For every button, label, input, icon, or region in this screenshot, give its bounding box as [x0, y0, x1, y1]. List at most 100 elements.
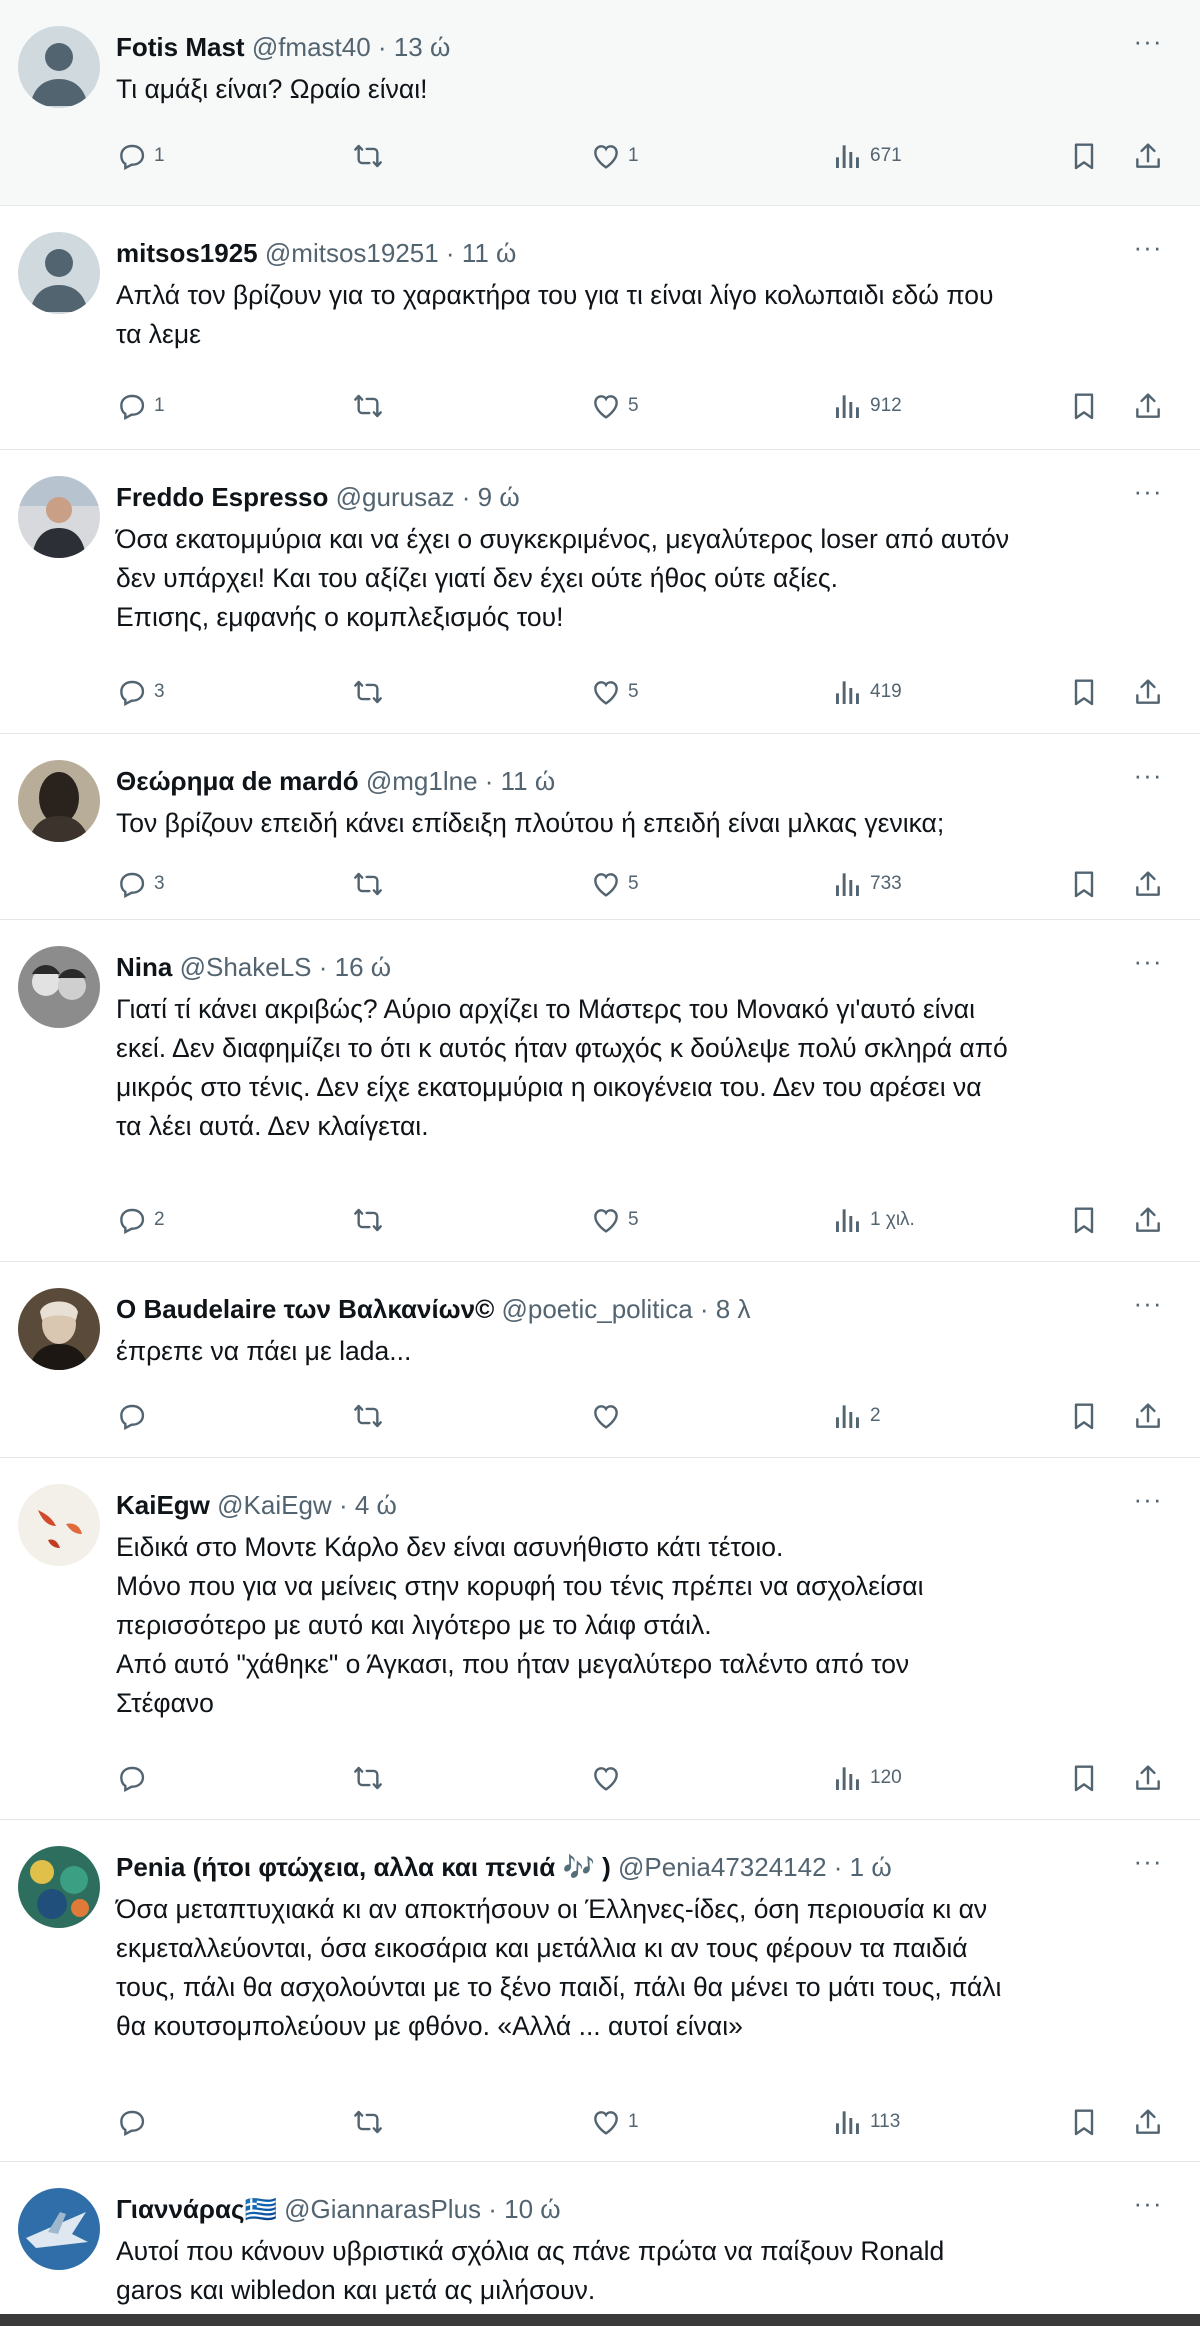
display-name[interactable]: Θεώρημα de mardó [116, 766, 359, 796]
bookmark-button[interactable] [1068, 1200, 1100, 1240]
tweet[interactable]: Fotis Mast @fmast40 · 13 ώ ··· Τι αμάξι εί… [0, 0, 1200, 206]
more-icon[interactable]: ··· [1130, 1848, 1166, 1878]
display-name[interactable]: Fotis Mast [116, 32, 245, 62]
views-button[interactable]: 912 [832, 386, 902, 426]
views-button[interactable]: 733 [832, 864, 902, 904]
avatar[interactable] [18, 2188, 100, 2270]
timestamp[interactable]: 13 ώ [394, 32, 450, 62]
more-icon[interactable]: ··· [1130, 234, 1166, 264]
handle[interactable]: @mg1lne [366, 766, 478, 796]
display-name[interactable]: Freddo Espresso [116, 482, 328, 512]
avatar[interactable] [18, 1484, 100, 1566]
like-button[interactable]: 5 [590, 672, 639, 712]
views-button[interactable]: 120 [832, 1758, 902, 1798]
handle[interactable]: @ShakeLS [180, 952, 312, 982]
reply-button[interactable] [116, 2102, 148, 2142]
more-icon[interactable]: ··· [1130, 1486, 1166, 1516]
avatar[interactable] [18, 232, 100, 314]
share-button[interactable] [1132, 1758, 1164, 1798]
bookmark-button[interactable] [1068, 672, 1100, 712]
timestamp[interactable]: 1 ώ [850, 1852, 892, 1882]
display-name[interactable]: Penia (ήτοι φτώχεια, αλλα και πενιά 🎶 ) [116, 1852, 611, 1882]
reply-button[interactable] [116, 1758, 148, 1798]
tweet[interactable]: Γιαννάρας🇬🇷 @GiannarasPlus · 10 ώ ··· Αυτο… [0, 2162, 1200, 2326]
display-name[interactable]: O Baudelaire των Βαλκανίων© [116, 1294, 494, 1324]
retweet-button[interactable] [352, 672, 384, 712]
share-button[interactable] [1132, 136, 1164, 176]
views-button[interactable]: 1 χιλ. [832, 1200, 915, 1240]
timestamp[interactable]: 4 ώ [355, 1490, 397, 1520]
avatar[interactable] [18, 760, 100, 842]
like-button[interactable]: 5 [590, 864, 639, 904]
bookmark-button[interactable] [1068, 2102, 1100, 2142]
tweet[interactable]: mitsos1925 @mitsos19251 · 11 ώ ··· Απλά το… [0, 206, 1200, 450]
views-button[interactable]: 671 [832, 136, 902, 176]
like-button[interactable] [590, 1758, 622, 1798]
like-button[interactable]: 1 [590, 136, 639, 176]
more-icon[interactable]: ··· [1130, 478, 1166, 508]
retweet-button[interactable] [352, 1200, 384, 1240]
retweet-button[interactable] [352, 2102, 384, 2142]
views-button[interactable]: 419 [832, 672, 902, 712]
share-button[interactable] [1132, 1200, 1164, 1240]
bookmark-button[interactable] [1068, 1396, 1100, 1436]
timestamp[interactable]: 16 ώ [335, 952, 391, 982]
retweet-button[interactable] [352, 864, 384, 904]
bookmark-button[interactable] [1068, 136, 1100, 176]
more-icon[interactable]: ··· [1130, 28, 1166, 58]
handle[interactable]: @KaiEgw [217, 1490, 332, 1520]
timestamp[interactable]: 10 ώ [504, 2194, 560, 2224]
display-name[interactable]: KaiEgw [116, 1490, 210, 1520]
reply-button[interactable]: 1 [116, 386, 165, 426]
display-name[interactable]: Γιαννάρας🇬🇷 [116, 2194, 277, 2224]
reply-button[interactable]: 1 [116, 136, 165, 176]
reply-button[interactable]: 3 [116, 864, 165, 904]
tweet[interactable]: Freddo Espresso @gurusaz · 9 ώ ··· Όσα εκα… [0, 450, 1200, 734]
share-button[interactable] [1132, 1396, 1164, 1436]
like-button[interactable]: 5 [590, 1200, 639, 1240]
tweet[interactable]: Nina @ShakeLS · 16 ώ ··· Γιατί τί κάνει ακ… [0, 920, 1200, 1262]
timestamp[interactable]: 9 ώ [478, 482, 520, 512]
reply-button[interactable] [116, 1396, 148, 1436]
bookmark-button[interactable] [1068, 1758, 1100, 1798]
avatar[interactable] [18, 476, 100, 558]
retweet-button[interactable] [352, 136, 384, 176]
tweet[interactable]: Θεώρημα de mardó @mg1lne · 11 ώ ··· Τον βρ… [0, 734, 1200, 920]
bookmark-button[interactable] [1068, 386, 1100, 426]
share-button[interactable] [1132, 2102, 1164, 2142]
more-icon[interactable]: ··· [1130, 948, 1166, 978]
avatar[interactable] [18, 946, 100, 1028]
tweet[interactable]: Penia (ήτοι φτώχεια, αλλα και πενιά 🎶 ) … [0, 1820, 1200, 2162]
handle[interactable]: @Penia47324142 [618, 1852, 827, 1882]
like-button[interactable]: 1 [590, 2102, 639, 2142]
avatar[interactable] [18, 1846, 100, 1928]
share-button[interactable] [1132, 864, 1164, 904]
like-button[interactable]: 5 [590, 386, 639, 426]
avatar[interactable] [18, 26, 100, 108]
more-icon[interactable]: ··· [1130, 2190, 1166, 2220]
handle[interactable]: @fmast40 [252, 32, 371, 62]
views-button[interactable]: 113 [832, 2102, 900, 2142]
tweet[interactable]: KaiEgw @KaiEgw · 4 ώ ··· Ειδικά στο Μοντε … [0, 1458, 1200, 1820]
handle[interactable]: @mitsos19251 [265, 238, 439, 268]
handle[interactable]: @GiannarasPlus [284, 2194, 481, 2224]
timestamp[interactable]: 8 λ [716, 1294, 751, 1324]
handle[interactable]: @poetic_politica [501, 1294, 692, 1324]
timestamp[interactable]: 11 ώ [462, 238, 517, 268]
reply-button[interactable]: 2 [116, 1200, 165, 1240]
handle[interactable]: @gurusaz [336, 482, 455, 512]
tweet[interactable]: O Baudelaire των Βαλκανίων© @poetic_poli… [0, 1262, 1200, 1458]
share-button[interactable] [1132, 386, 1164, 426]
retweet-button[interactable] [352, 1396, 384, 1436]
like-button[interactable] [590, 1396, 622, 1436]
retweet-button[interactable] [352, 386, 384, 426]
display-name[interactable]: Nina [116, 952, 172, 982]
views-button[interactable]: 2 [832, 1396, 881, 1436]
reply-button[interactable]: 3 [116, 672, 165, 712]
bookmark-button[interactable] [1068, 864, 1100, 904]
more-icon[interactable]: ··· [1130, 1290, 1166, 1320]
more-icon[interactable]: ··· [1130, 762, 1166, 792]
retweet-button[interactable] [352, 1758, 384, 1798]
display-name[interactable]: mitsos1925 [116, 238, 258, 268]
avatar[interactable] [18, 1288, 100, 1370]
